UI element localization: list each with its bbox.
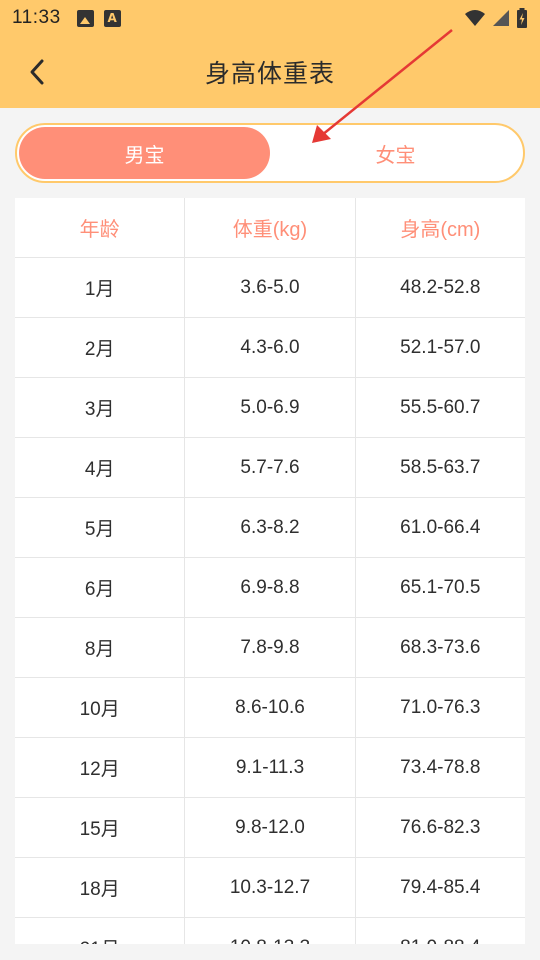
cell-height: 68.3-73.6 bbox=[400, 636, 481, 658]
cell-weight: 9.8-12.0 bbox=[185, 798, 356, 857]
cell-age: 6月 bbox=[15, 558, 186, 617]
cell-weight: 6.3-8.2 bbox=[185, 498, 356, 557]
cell-height: 61.0-66.4 bbox=[400, 516, 481, 538]
cell-weight: 9.1-11.3 bbox=[185, 738, 356, 797]
cell-height: 79.4-85.4 bbox=[400, 876, 481, 898]
column-header-weight: 体重(kg) bbox=[185, 198, 356, 257]
cell-weight: 5.7-7.6 bbox=[185, 438, 356, 497]
cell-height: 71.0-76.3 bbox=[400, 696, 481, 718]
table-row: 12月 9.1-11.3 73.4-78.8 bbox=[15, 738, 525, 798]
cell-height: 73.4-78.8 bbox=[400, 756, 481, 778]
table-header-row: 年龄 体重(kg) 身高(cm) bbox=[15, 198, 525, 258]
status-bar: 11:33 A bbox=[0, 0, 540, 36]
status-notifications: A bbox=[76, 9, 121, 27]
cell-age: 1月 bbox=[15, 258, 186, 317]
table-row: 1月 3.6-5.0 48.2-52.8 bbox=[15, 258, 525, 318]
cell-height: 58.5-63.7 bbox=[400, 456, 481, 478]
table-row: 21月10.8-13.381.9-88.4 bbox=[15, 918, 525, 944]
column-header-height: 身高(cm) bbox=[400, 219, 481, 241]
cell-age: 10月 bbox=[15, 678, 186, 737]
cell-age: 3月 bbox=[15, 378, 186, 437]
tab-girl[interactable]: 女宝 bbox=[270, 127, 521, 179]
tab-boy[interactable]: 男宝 bbox=[19, 127, 270, 179]
cell-age: 15月 bbox=[15, 798, 186, 857]
cell-weight: 6.9-8.8 bbox=[185, 558, 356, 617]
cell-height: 48.2-52.8 bbox=[400, 276, 481, 298]
column-header-age: 年龄 bbox=[15, 198, 186, 257]
table-body: 1月 3.6-5.0 48.2-52.8 2月 4.3-6.0 52.1-57.0 3月 5.… bbox=[15, 258, 525, 944]
cell-weight: 10.8-13.3 bbox=[185, 918, 356, 944]
cell-height: 76.6-82.3 bbox=[400, 816, 481, 838]
image-notification-icon bbox=[76, 9, 94, 27]
cell-age: 2月 bbox=[15, 318, 186, 377]
status-time: 11:33 bbox=[12, 7, 61, 28]
table-row: 3月 5.0-6.9 55.5-60.7 bbox=[15, 378, 525, 438]
table-row: 6月 6.9-8.8 65.1-70.5 bbox=[15, 558, 525, 618]
cell-age: 4月 bbox=[15, 438, 186, 497]
cell-weight: 3.6-5.0 bbox=[185, 258, 356, 317]
cell-height: 55.5-60.7 bbox=[400, 396, 481, 418]
signal-icon bbox=[493, 10, 509, 26]
cell-age: 12月 bbox=[15, 738, 186, 797]
table-row: 10月 8.6-10.6 71.0-76.3 bbox=[15, 678, 525, 738]
cell-height: 81.9-88.4 bbox=[356, 918, 525, 945]
app-notification-icon: A bbox=[103, 9, 121, 27]
cell-age: 18月 bbox=[15, 858, 186, 917]
app-header: 身高体重表 bbox=[0, 36, 540, 108]
cell-age: 8月 bbox=[15, 618, 186, 677]
page-title: 身高体重表 bbox=[204, 59, 335, 88]
cell-age: 5月 bbox=[15, 498, 186, 557]
cell-weight: 5.0-6.9 bbox=[185, 378, 356, 437]
battery-icon bbox=[517, 8, 527, 28]
table-row: 4月 5.7-7.6 58.5-63.7 bbox=[15, 438, 525, 498]
cell-height: 65.1-70.5 bbox=[400, 576, 481, 598]
chevron-left-icon bbox=[30, 59, 44, 85]
cell-weight: 10.3-12.7 bbox=[185, 858, 356, 917]
table-row: 2月 4.3-6.0 52.1-57.0 bbox=[15, 318, 525, 378]
wifi-icon bbox=[465, 10, 485, 26]
gender-toggle: 男宝 女宝 bbox=[15, 123, 525, 183]
cell-weight: 4.3-6.0 bbox=[185, 318, 356, 377]
back-button[interactable] bbox=[22, 56, 52, 88]
height-weight-table: 年龄 体重(kg) 身高(cm) 1月 3.6-5.0 48.2-52.8 2月 4.3… bbox=[15, 198, 525, 944]
table-row: 18月 10.3-12.7 79.4-85.4 bbox=[15, 858, 525, 918]
cell-height: 52.1-57.0 bbox=[400, 336, 481, 358]
cell-weight: 7.8-9.8 bbox=[185, 618, 356, 677]
table-row: 8月 7.8-9.8 68.3-73.6 bbox=[15, 618, 525, 678]
status-system-icons bbox=[464, 8, 528, 28]
cell-weight: 8.6-10.6 bbox=[185, 678, 356, 737]
table-row: 15月 9.8-12.0 76.6-82.3 bbox=[15, 798, 525, 858]
cell-age: 21月 bbox=[15, 918, 186, 944]
screen: 11:33 A 身高体重表 男宝 女宝 年龄 体重(kg) 身高(cm) 1月 … bbox=[0, 0, 540, 960]
table-row: 5月 6.3-8.2 61.0-66.4 bbox=[15, 498, 525, 558]
